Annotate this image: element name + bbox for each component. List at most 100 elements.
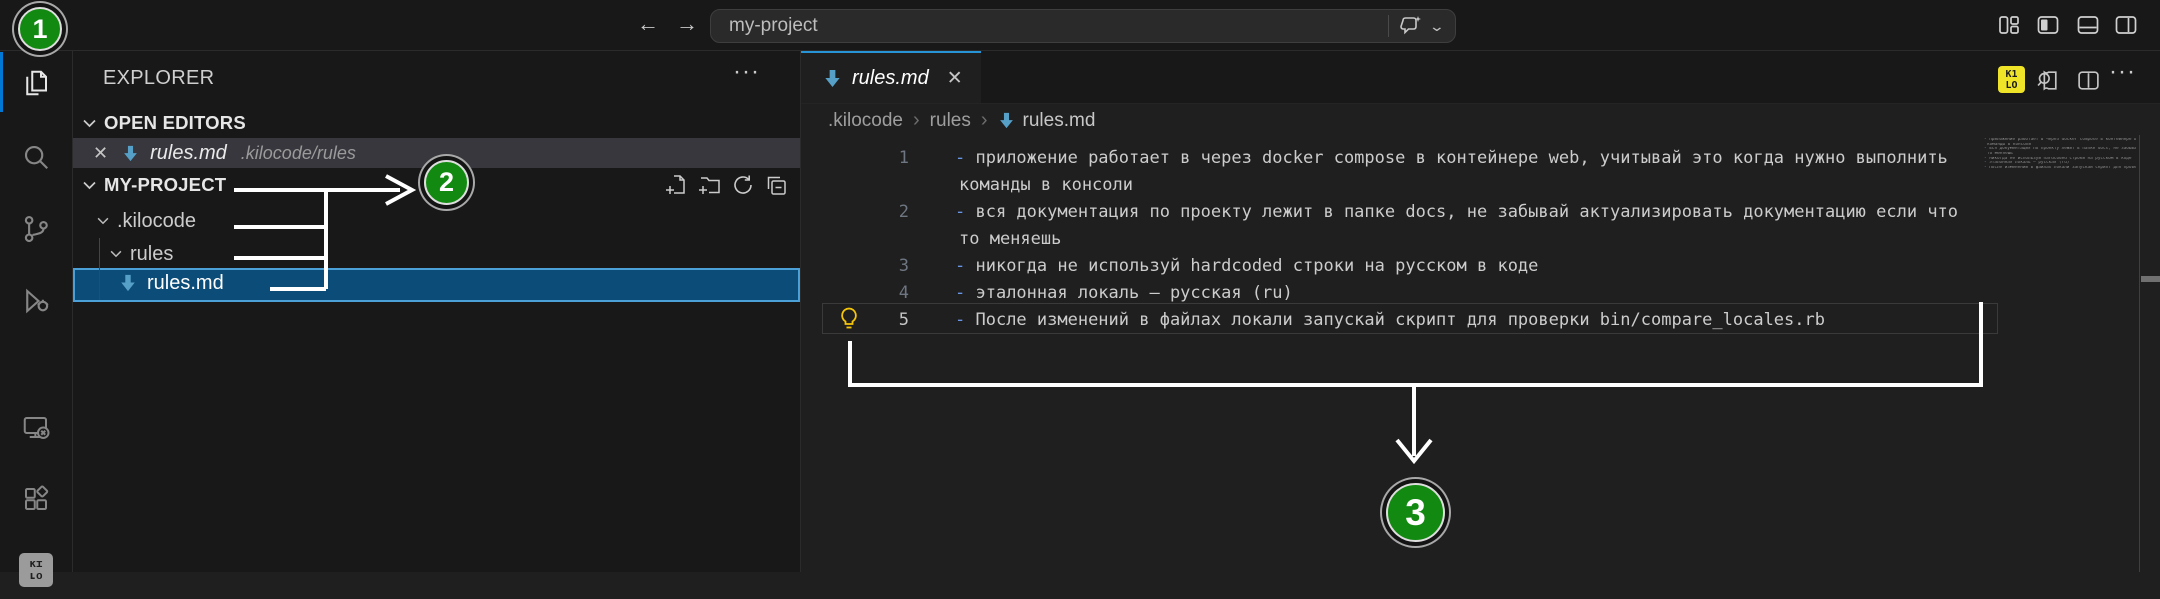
sidebar-item-extensions[interactable] <box>8 470 64 528</box>
toggle-panel-icon[interactable] <box>2076 13 2100 37</box>
chevron-down-icon[interactable]: ⌄ <box>1429 18 1445 35</box>
open-editor-file-name: rules.md <box>150 141 227 164</box>
code-text: эталонная локаль — русская (ru) <box>975 283 1293 303</box>
sidebar-item-explorer[interactable] <box>8 54 64 112</box>
nav-back-button[interactable]: ← <box>633 11 663 37</box>
tab-bar <box>801 50 2160 104</box>
close-icon[interactable]: ✕ <box>93 143 108 164</box>
extensions-icon <box>21 484 51 514</box>
files-icon <box>21 68 51 98</box>
step-badge-1: 1 <box>18 7 62 51</box>
code-line[interactable]: - вся документация по проекту лежит в па… <box>955 199 1958 226</box>
list-marker: - <box>955 148 976 168</box>
breadcrumb-item-kilocode[interactable]: .kilocode <box>828 110 903 132</box>
breadcrumb: .kilocode › rules › rules.md <box>801 104 1095 137</box>
sidebar-item-source-control[interactable] <box>8 200 64 258</box>
run-and-debug-icon <box>21 286 51 316</box>
code-text: После изменений в файлах локали запускай… <box>975 310 1825 330</box>
code-line[interactable]: - эталонная локаль — русская (ru) <box>955 280 1293 307</box>
sidebar-item-kilo-code[interactable]: ĸɪ ʟᴏ <box>8 541 64 599</box>
split-editor-icon[interactable] <box>2076 68 2100 92</box>
new-file-icon[interactable] <box>665 173 689 197</box>
line-number: 3 <box>898 256 909 276</box>
tree-item-label: rules <box>130 242 174 265</box>
list-marker: - <box>955 256 976 276</box>
search-icon <box>21 142 51 172</box>
code-text: вся документация по проекту лежит в папк… <box>975 202 1959 222</box>
markdown-file-icon <box>823 69 842 88</box>
overview-ruler-cursor-marker <box>2141 276 2160 282</box>
nav-forward-button[interactable]: → <box>672 11 702 37</box>
kilo-glyph-bottom: LO <box>2005 79 2018 91</box>
tab-label: rules.md <box>852 66 929 89</box>
open-editor-file-path: .kilocode/rules <box>240 142 356 163</box>
open-editors-section-header[interactable]: OPEN EDITORS <box>73 108 800 138</box>
lightbulb-icon[interactable] <box>837 306 861 332</box>
editor-more-actions[interactable]: ··· <box>2109 58 2136 86</box>
code-text: то меняешь <box>959 229 1062 249</box>
toggle-primary-sidebar-icon[interactable] <box>2036 13 2060 37</box>
code-line-current[interactable]: - После изменений в файлах локали запуск… <box>955 307 1825 334</box>
sidebar-item-search[interactable] <box>8 128 64 186</box>
kilo-code-icon: ĸɪ ʟᴏ <box>19 553 53 587</box>
chat-sparkle-icon[interactable] <box>1399 14 1423 38</box>
minimap[interactable]: - приложение работает в через docker com… <box>1984 138 2136 171</box>
explorer-title: EXPLORER <box>103 67 215 89</box>
new-folder-icon[interactable] <box>698 173 722 197</box>
open-preview-icon[interactable] <box>2036 68 2060 92</box>
code-text: команды в консоли <box>959 175 1133 195</box>
step-badge-2: 2 <box>424 160 469 205</box>
code-text: приложение работает в через docker compo… <box>975 148 1948 168</box>
list-marker: - <box>955 202 976 222</box>
customize-layout-icon[interactable] <box>1997 13 2021 37</box>
line-number-current: 5 <box>898 310 909 330</box>
minimap-line: то меняешь <box>1987 152 2013 157</box>
tree-item-kilocode[interactable]: .kilocode <box>73 204 800 238</box>
code-line-wrap[interactable]: команды в консоли <box>959 172 1133 199</box>
code-text: никогда не используй hardcoded строки на… <box>975 256 1539 276</box>
command-center[interactable]: my-project ⌄ <box>710 9 1456 43</box>
code-line[interactable]: - приложение работает в через docker com… <box>955 145 1948 172</box>
command-center-divider <box>1388 15 1390 37</box>
code-line[interactable]: - никогда не используй hardcoded строки … <box>955 253 1538 280</box>
tree-item-rules[interactable]: rules <box>73 238 800 270</box>
line-number: 1 <box>898 148 909 168</box>
project-header-label: MY-PROJECT <box>104 174 227 195</box>
chevron-down-icon <box>83 119 96 128</box>
breadcrumb-item-rules-md[interactable]: rules.md <box>1023 110 1096 132</box>
markdown-file-icon <box>119 274 137 292</box>
open-editors-label: OPEN EDITORS <box>104 112 246 133</box>
chevron-right-icon: › <box>980 109 988 131</box>
editor-group: rules.md ✕ K1 LO ··· .kilocode › rules ›… <box>801 50 2160 572</box>
minimap-divider <box>2139 135 2140 572</box>
chevron-down-icon <box>97 217 109 225</box>
toggle-secondary-sidebar-icon[interactable] <box>2114 13 2138 37</box>
chevron-down-icon <box>83 181 96 190</box>
close-icon[interactable]: ✕ <box>947 67 963 90</box>
tree-item-label: .kilocode <box>117 209 196 232</box>
tab-rules-md[interactable]: rules.md ✕ <box>801 50 981 103</box>
breadcrumb-item-rules[interactable]: rules <box>930 110 971 132</box>
explorer-more-actions[interactable]: ··· <box>733 58 760 86</box>
kilo-code-action-icon[interactable]: K1 LO <box>1998 66 2025 93</box>
collapse-all-icon[interactable] <box>764 173 788 197</box>
sidebar-item-run-debug[interactable] <box>8 272 64 330</box>
chevron-down-icon <box>110 250 122 258</box>
remote-explorer-icon <box>21 413 51 443</box>
explorer-panel: EXPLORER ··· OPEN EDITORS ✕ rules.md .ki… <box>73 50 801 572</box>
minimap-line: команды в консоли <box>1987 142 2031 147</box>
tree-item-rules-md[interactable]: rules.md <box>73 268 800 298</box>
refresh-icon[interactable] <box>731 173 755 197</box>
title-bar: ← → my-project ⌄ <box>0 0 2160 51</box>
step-badge-3: 3 <box>1386 483 1445 542</box>
line-number: 4 <box>898 283 909 303</box>
sidebar-item-remote-explorer[interactable] <box>8 399 64 457</box>
line-number: 2 <box>898 202 909 222</box>
command-center-value: my-project <box>729 15 818 36</box>
code-line-wrap[interactable]: то меняешь <box>959 226 1061 253</box>
markdown-file-icon <box>998 112 1015 129</box>
tree-item-label: rules.md <box>147 271 224 294</box>
list-marker: - <box>955 310 976 330</box>
chevron-right-icon: › <box>913 109 920 131</box>
markdown-file-icon <box>122 145 139 162</box>
